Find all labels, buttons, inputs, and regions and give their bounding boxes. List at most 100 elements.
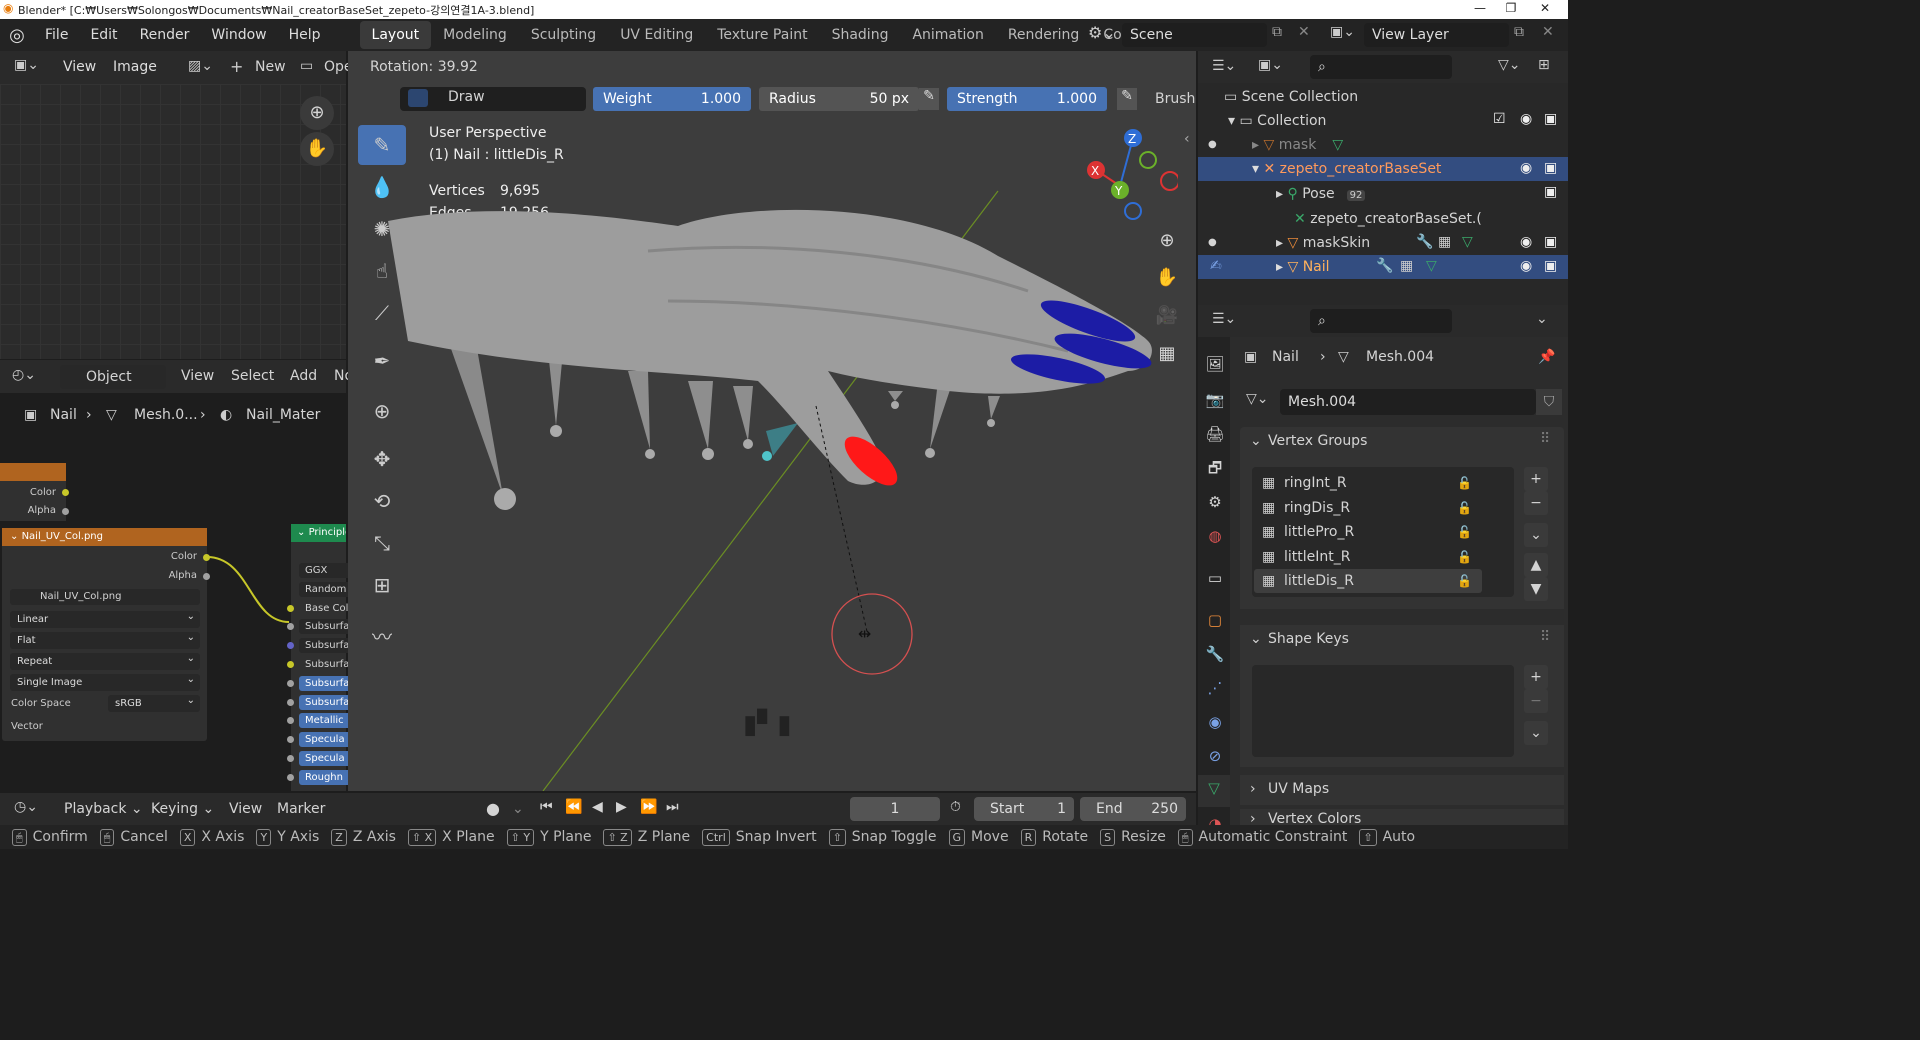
- maximize-icon[interactable]: ❐: [1496, 0, 1526, 19]
- pin-icon[interactable]: 📌: [1538, 349, 1555, 365]
- camera-icon[interactable]: ▣: [1544, 160, 1557, 176]
- start-frame-field[interactable]: Start 1: [974, 797, 1074, 821]
- physics-tab-icon[interactable]: ◉: [1202, 709, 1228, 735]
- new-scene-icon[interactable]: ⧉: [1272, 24, 1282, 40]
- scene-collection-row[interactable]: ▭ Scene Collection: [1224, 85, 1358, 109]
- vertex-group-item[interactable]: ▦ littlePro_R 🔓: [1254, 520, 1482, 544]
- input-socket[interactable]: [287, 755, 294, 762]
- mesh-browse-icon[interactable]: ▽⌄: [1246, 391, 1269, 407]
- render-tab-icon[interactable]: 📷: [1202, 387, 1228, 413]
- minimize-icon[interactable]: —: [1465, 0, 1495, 19]
- remove-shape-key-button[interactable]: −: [1524, 689, 1548, 713]
- tab-rendering[interactable]: Rendering: [996, 21, 1092, 49]
- drag-handle-icon[interactable]: ⠿: [1540, 431, 1550, 447]
- transform-tool-icon[interactable]: ⊞: [358, 565, 406, 605]
- node-editor-type-icon[interactable]: ◴⌄: [12, 367, 36, 383]
- chevron-down-icon[interactable]: ⌄: [1536, 311, 1548, 327]
- current-frame-field[interactable]: 1: [850, 797, 940, 821]
- lock-icon[interactable]: 🔓: [1457, 471, 1472, 495]
- lock-icon[interactable]: 🔓: [1457, 569, 1472, 593]
- next-keyframe-icon[interactable]: ⏩: [640, 799, 657, 815]
- scene-field[interactable]: Scene: [1122, 23, 1267, 47]
- image-editor-canvas[interactable]: ⊕ ✋: [0, 84, 346, 359]
- tab-shading[interactable]: Shading: [820, 21, 901, 49]
- eye-icon[interactable]: ◉: [1520, 111, 1532, 127]
- add-shape-key-button[interactable]: +: [1524, 665, 1548, 689]
- input-socket[interactable]: [287, 773, 294, 781]
- chevron-down-icon[interactable]: ⌄: [512, 801, 524, 817]
- vertex-group-item[interactable]: ▦ ringDis_R 🔓: [1254, 496, 1482, 520]
- new-image-button[interactable]: New: [255, 59, 286, 75]
- move-up-icon[interactable]: ▲: [1524, 553, 1548, 577]
- new-collection-icon[interactable]: ⊞: [1538, 57, 1550, 73]
- scene-tab-icon[interactable]: ⚙: [1202, 489, 1228, 515]
- menu-file[interactable]: File: [34, 27, 79, 43]
- tab-animation[interactable]: Animation: [900, 21, 995, 49]
- input-socket[interactable]: [287, 642, 294, 650]
- camera-icon[interactable]: ▣: [1544, 111, 1557, 127]
- object-tab-icon[interactable]: ▢: [1202, 607, 1228, 633]
- sample-weight-icon[interactable]: ✒: [358, 341, 406, 381]
- blur-tool-icon[interactable]: 💧: [358, 167, 406, 207]
- camera-icon[interactable]: ▣: [1544, 184, 1557, 200]
- timeline-view-menu[interactable]: View: [229, 801, 262, 817]
- eye-icon[interactable]: ◉: [1520, 258, 1532, 274]
- remove-vertex-group-button[interactable]: −: [1524, 491, 1548, 515]
- move-down-icon[interactable]: ▼: [1524, 577, 1548, 601]
- move-tool-icon[interactable]: ✥: [358, 439, 406, 479]
- gradient-tool-icon[interactable]: ⟋: [358, 293, 406, 333]
- input-socket[interactable]: [287, 717, 294, 725]
- principled-bsdf-node[interactable]: ⌄ Principle GGXRandomBase ColoSubsurfaSu…: [287, 524, 359, 791]
- input-socket[interactable]: [287, 661, 294, 668]
- fake-user-shield-icon[interactable]: ⛉: [1536, 389, 1562, 415]
- plus-icon[interactable]: +: [230, 57, 243, 76]
- armature-row[interactable]: ▾ ✕ zepeto_creatorBaseSet: [1198, 157, 1568, 181]
- vertex-group-item[interactable]: ▦ littleDis_R 🔓: [1254, 569, 1482, 593]
- input-socket[interactable]: [287, 604, 294, 612]
- menu-edit[interactable]: Edit: [79, 27, 128, 43]
- cursor-tool-icon[interactable]: ⊕: [358, 391, 406, 431]
- scene-selector-icon[interactable]: ⚙⌄: [1088, 23, 1116, 42]
- image-view-menu[interactable]: View: [52, 59, 107, 75]
- ortho-grid-icon[interactable]: ▦: [1152, 339, 1182, 369]
- marker-menu[interactable]: Marker: [277, 801, 325, 817]
- view-layer-field[interactable]: View Layer: [1364, 23, 1509, 47]
- tab-sculpting[interactable]: Sculpting: [519, 21, 608, 49]
- viewport-3d[interactable]: Rotation: 39.92 Draw Weight 1.000 Radius 5…: [348, 51, 1196, 791]
- eye-icon[interactable]: ◉: [1520, 234, 1532, 250]
- object-mode-dropdown[interactable]: Object: [60, 365, 166, 389]
- viewport-zoom-icon[interactable]: ⊕: [1152, 226, 1182, 256]
- mask-row[interactable]: ▸ ▽ mask ▽: [1252, 133, 1343, 157]
- view-layer-icon[interactable]: ▣⌄: [1330, 24, 1355, 40]
- filter-icon[interactable]: ▽⌄: [1498, 57, 1521, 73]
- folder-icon[interactable]: ▭: [300, 58, 313, 74]
- shape-keys-list[interactable]: [1252, 665, 1514, 757]
- play-icon[interactable]: ▶: [616, 799, 627, 815]
- vertex-groups-panel-header[interactable]: ⌄ Vertex Groups ⠿: [1240, 427, 1564, 457]
- lock-icon[interactable]: 🔓: [1457, 545, 1472, 569]
- blender-menu-icon[interactable]: ◎: [0, 25, 34, 46]
- uv-maps-panel-header[interactable]: › UV Maps: [1240, 775, 1564, 805]
- pan-hand-icon[interactable]: ✋: [300, 132, 334, 166]
- rotate-tool-icon[interactable]: ⟲: [358, 481, 406, 521]
- scale-tool-icon[interactable]: ⤡: [358, 523, 406, 563]
- collection-checkbox-icon[interactable]: ☑: [1493, 111, 1506, 127]
- node-select-menu[interactable]: Select: [231, 368, 274, 384]
- average-tool-icon[interactable]: ✺: [358, 209, 406, 249]
- output-tab-icon[interactable]: 🖨: [1202, 421, 1228, 447]
- outliner-type-icon[interactable]: ☰⌄: [1212, 58, 1236, 74]
- tool-tab-icon[interactable]: 🖼: [1202, 351, 1228, 377]
- timeline-type-icon[interactable]: ◷⌄: [14, 799, 38, 815]
- jump-end-icon[interactable]: ⏭: [666, 799, 679, 815]
- weight-paint-mode-icon[interactable]: ✍: [1210, 258, 1222, 274]
- shape-keys-panel-header[interactable]: ⌄ Shape Keys ⠿: [1240, 625, 1564, 655]
- drag-handle-icon[interactable]: ⠿: [1540, 629, 1550, 645]
- zoom-icon[interactable]: ⊕: [300, 96, 334, 130]
- add-vertex-group-button[interactable]: +: [1524, 467, 1548, 491]
- node-editor-canvas[interactable]: ▣ Nail › ▽ Mesh.0... › ◐ Nail_Mater Colo…: [0, 393, 359, 791]
- keying-menu[interactable]: Keying ⌄: [151, 801, 214, 817]
- tab-layout[interactable]: Layout: [359, 21, 432, 49]
- remove-scene-icon[interactable]: ✕: [1298, 24, 1310, 40]
- particles-tab-icon[interactable]: ⋰: [1202, 675, 1228, 701]
- collection-row[interactable]: ▾ ▭ Collection: [1228, 109, 1326, 133]
